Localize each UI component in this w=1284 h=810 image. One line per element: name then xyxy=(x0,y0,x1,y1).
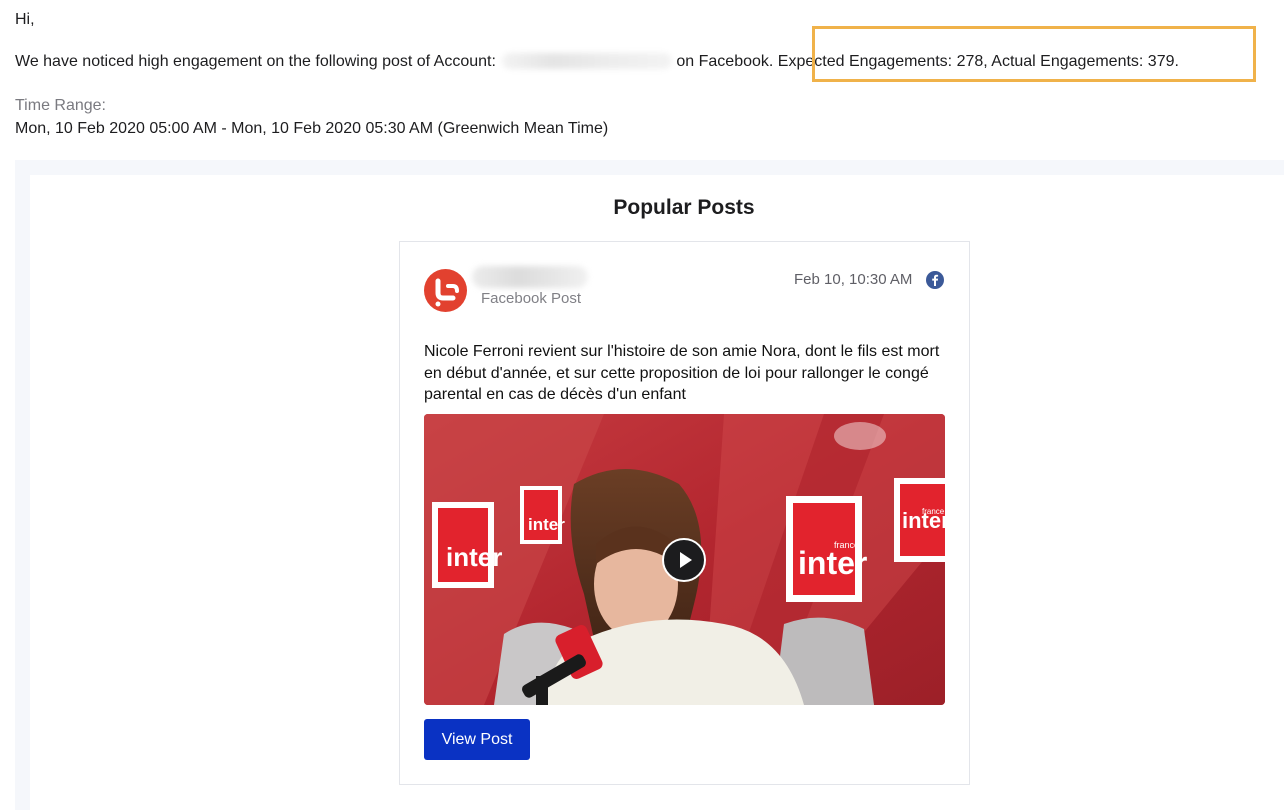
svg-text:france: france xyxy=(922,507,945,516)
account-name-redacted xyxy=(502,53,673,69)
time-range-value: Mon, 10 Feb 2020 05:00 AM - Mon, 10 Feb … xyxy=(15,120,609,137)
time-range-label: Time Range: xyxy=(15,97,106,114)
facebook-icon xyxy=(926,271,944,289)
post-date: Feb 10, 10:30 AM xyxy=(794,271,913,288)
greeting: Hi, xyxy=(15,11,35,28)
post-type: Facebook Post xyxy=(481,290,582,307)
engagement-highlight-box xyxy=(812,26,1256,82)
post-text: Nicole Ferroni revient sur l'histoire de… xyxy=(424,343,940,403)
svg-text:inter: inter xyxy=(528,515,565,534)
account-name-redacted xyxy=(472,266,588,288)
avatar xyxy=(424,269,467,312)
svg-text:inter: inter xyxy=(446,542,502,572)
svg-text:inter: inter xyxy=(798,545,867,581)
svg-text:france: france xyxy=(834,540,859,550)
popular-posts-title: Popular Posts xyxy=(613,196,755,219)
play-button[interactable] xyxy=(662,538,706,582)
view-post-button[interactable]: View Post xyxy=(424,719,530,760)
notice-prefix: We have noticed high engagement on the f… xyxy=(15,53,496,70)
notice-platform: on Facebook xyxy=(676,53,769,70)
brand-logo-icon xyxy=(435,278,459,307)
play-icon xyxy=(680,552,692,568)
